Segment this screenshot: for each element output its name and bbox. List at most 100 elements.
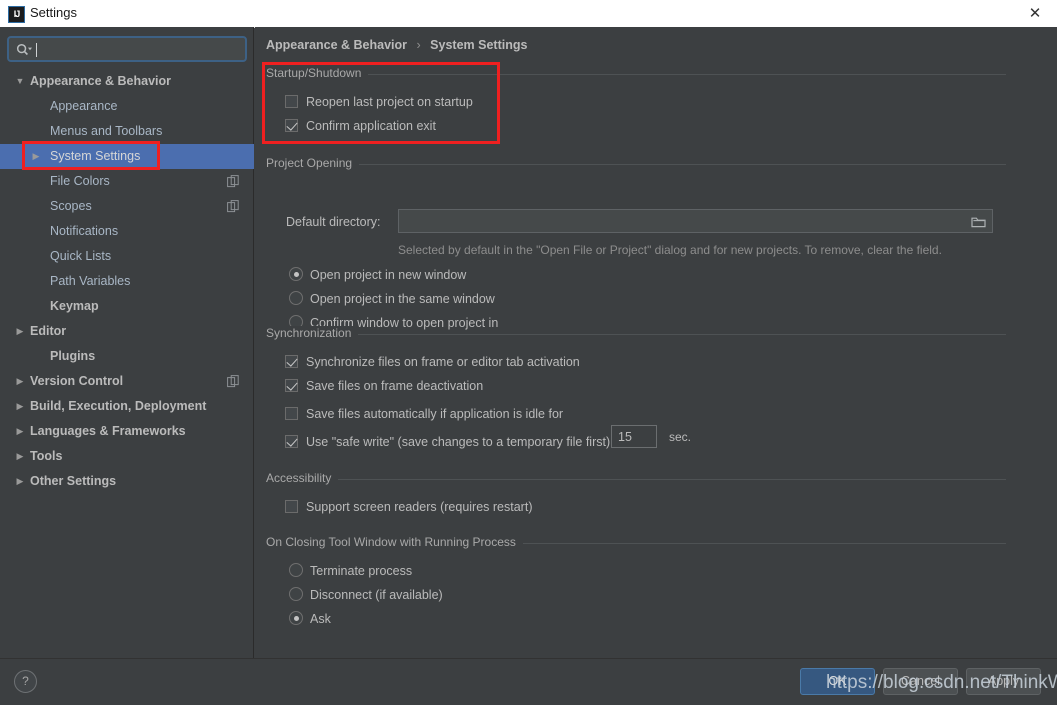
- open-project-same-window-label: Open project in the same window: [310, 292, 495, 306]
- group-synchronization-header: Synchronization: [266, 326, 1006, 342]
- settings-tree: ▼ Appearance & Behavior Appearance Menus an…: [0, 69, 254, 494]
- breadcrumb-current: System Settings: [430, 38, 528, 52]
- group-title: On Closing Tool Window with Running Proc…: [266, 535, 523, 549]
- sidebar-item-build-execution-deployment[interactable]: ▶ Build, Execution, Deployment: [0, 394, 254, 419]
- window-title: Settings: [30, 5, 77, 20]
- chevron-right-icon[interactable]: ▶: [14, 394, 26, 419]
- app-icon: IJ: [8, 6, 25, 23]
- sidebar-item-label: Quick Lists: [50, 249, 112, 263]
- sidebar-item-editor[interactable]: ▶ Editor: [0, 319, 254, 344]
- synchronize-files-checkbox[interactable]: [285, 355, 298, 368]
- chevron-right-icon[interactable]: ▶: [14, 319, 26, 344]
- open-project-new-window-radio[interactable]: [289, 267, 303, 281]
- sidebar-item-appearance[interactable]: Appearance: [0, 94, 254, 119]
- search-icon: [16, 43, 32, 56]
- radio-row-disconnect[interactable]: Disconnect (if available): [289, 584, 1006, 608]
- radio-row-terminate-process[interactable]: Terminate process: [289, 560, 1006, 584]
- safe-write-label: Use "safe write" (save changes to a temp…: [306, 435, 611, 449]
- sidebar-item-plugins[interactable]: Plugins: [0, 344, 254, 369]
- idle-seconds-input[interactable]: [612, 426, 656, 447]
- group-title: Accessibility: [266, 471, 339, 485]
- default-directory-field[interactable]: [398, 209, 993, 234]
- sidebar-item-version-control[interactable]: ▶ Version Control: [0, 369, 254, 394]
- sidebar-item-languages-frameworks[interactable]: ▶ Languages & Frameworks: [0, 419, 254, 444]
- highlight-box-system-settings: [22, 141, 160, 170]
- safe-write-checkbox[interactable]: [285, 435, 298, 448]
- support-screen-readers-label: Support screen readers (requires restart…: [306, 500, 533, 514]
- sidebar-item-path-variables[interactable]: Path Variables: [0, 269, 254, 294]
- open-project-same-window-radio[interactable]: [289, 291, 303, 305]
- chevron-down-icon[interactable]: ▼: [14, 69, 26, 94]
- copy-icon[interactable]: [227, 200, 240, 213]
- sidebar-item-keymap[interactable]: Keymap: [0, 294, 254, 319]
- default-directory-hint: Selected by default in the "Open File or…: [398, 243, 942, 257]
- copy-icon[interactable]: [227, 175, 240, 188]
- watermark-text: https://blog.csdn.net/ThinkWon: [826, 672, 1057, 693]
- sidebar-item-label: Other Settings: [30, 474, 117, 488]
- ask-label: Ask: [310, 612, 331, 626]
- breadcrumb-root[interactable]: Appearance & Behavior: [266, 38, 407, 52]
- sidebar-item-label: File Colors: [50, 174, 110, 188]
- folder-icon[interactable]: [971, 215, 986, 228]
- idle-seconds-field[interactable]: [611, 425, 657, 448]
- default-directory-label: Default directory:: [286, 215, 381, 229]
- checkbox-row-screen-readers[interactable]: Support screen readers (requires restart…: [285, 496, 1006, 520]
- ask-radio[interactable]: [289, 611, 303, 625]
- sidebar-item-tools[interactable]: ▶ Tools: [0, 444, 254, 469]
- save-files-idle-label: Save files automatically if application …: [306, 407, 564, 421]
- help-button[interactable]: ?: [14, 670, 37, 693]
- group-divider: [266, 334, 1006, 335]
- close-icon[interactable]: ✕: [1013, 0, 1057, 27]
- disconnect-label: Disconnect (if available): [310, 588, 443, 602]
- title-bar: IJ Settings ✕: [0, 0, 1057, 28]
- search-input[interactable]: [39, 41, 241, 60]
- search-box[interactable]: [7, 36, 247, 62]
- group-project-opening: Project Opening: [266, 156, 1006, 172]
- copy-icon[interactable]: [227, 375, 240, 388]
- group-title: Synchronization: [266, 326, 359, 340]
- chevron-right-icon[interactable]: ▶: [14, 369, 26, 394]
- default-directory-input[interactable]: [404, 210, 968, 234]
- group-title: Project Opening: [266, 156, 360, 170]
- sidebar-item-label: Scopes: [50, 199, 92, 213]
- sidebar-item-label: Languages & Frameworks: [30, 424, 186, 438]
- breadcrumb: Appearance & Behavior › System Settings: [266, 38, 527, 52]
- sidebar-item-label: Appearance: [50, 99, 118, 113]
- sidebar-item-label: Tools: [30, 449, 63, 463]
- chevron-right-icon[interactable]: ▶: [14, 419, 26, 444]
- group-closing-tool-window-header: On Closing Tool Window with Running Proc…: [266, 535, 1006, 551]
- sidebar-item-label: Notifications: [50, 224, 119, 238]
- sidebar-item-other-settings[interactable]: ▶ Other Settings: [0, 469, 254, 494]
- sidebar-item-appearance-behavior[interactable]: ▼ Appearance & Behavior: [0, 69, 254, 94]
- sidebar-item-quick-lists[interactable]: Quick Lists: [0, 244, 254, 269]
- chevron-right-icon[interactable]: ▶: [14, 444, 26, 469]
- sidebar-item-scopes[interactable]: Scopes: [0, 194, 254, 219]
- group-accessibility: Accessibility Support screen readers (re…: [266, 471, 1006, 520]
- chevron-right-icon[interactable]: ▶: [14, 469, 26, 494]
- sidebar-item-label: Path Variables: [50, 274, 131, 288]
- sidebar-item-notifications[interactable]: Notifications: [0, 219, 254, 244]
- group-divider: [266, 164, 1006, 165]
- checkbox-row-save-on-deactivation[interactable]: Save files on frame deactivation: [285, 375, 1006, 399]
- terminate-process-label: Terminate process: [310, 564, 413, 578]
- group-divider: [266, 479, 1006, 480]
- group-project-opening-header: Project Opening: [266, 156, 1006, 172]
- save-files-idle-checkbox[interactable]: [285, 407, 298, 420]
- save-files-deactivation-label: Save files on frame deactivation: [306, 379, 484, 393]
- checkbox-row-sync-on-activation[interactable]: Synchronize files on frame or editor tab…: [285, 351, 1006, 375]
- sidebar-item-file-colors[interactable]: File Colors: [0, 169, 254, 194]
- group-closing-tool-window: On Closing Tool Window with Running Proc…: [266, 535, 1006, 632]
- group-accessibility-header: Accessibility: [266, 471, 1006, 487]
- radio-row-ask[interactable]: Ask: [289, 608, 1006, 632]
- sidebar-item-label: Appearance & Behavior: [30, 74, 172, 88]
- sidebar-item-label: Keymap: [50, 299, 99, 313]
- settings-window: IJ Settings ✕ ▼ Appearance & Behavior Appe…: [0, 0, 1057, 705]
- save-files-deactivation-checkbox[interactable]: [285, 379, 298, 392]
- open-project-new-window-label: Open project in new window: [310, 268, 467, 282]
- breadcrumb-separator: ›: [416, 38, 421, 52]
- terminate-process-radio[interactable]: [289, 563, 303, 577]
- support-screen-readers-checkbox[interactable]: [285, 500, 298, 513]
- settings-sidebar: ▼ Appearance & Behavior Appearance Menus an…: [0, 27, 254, 658]
- synchronize-files-label: Synchronize files on frame or editor tab…: [306, 355, 580, 369]
- disconnect-radio[interactable]: [289, 587, 303, 601]
